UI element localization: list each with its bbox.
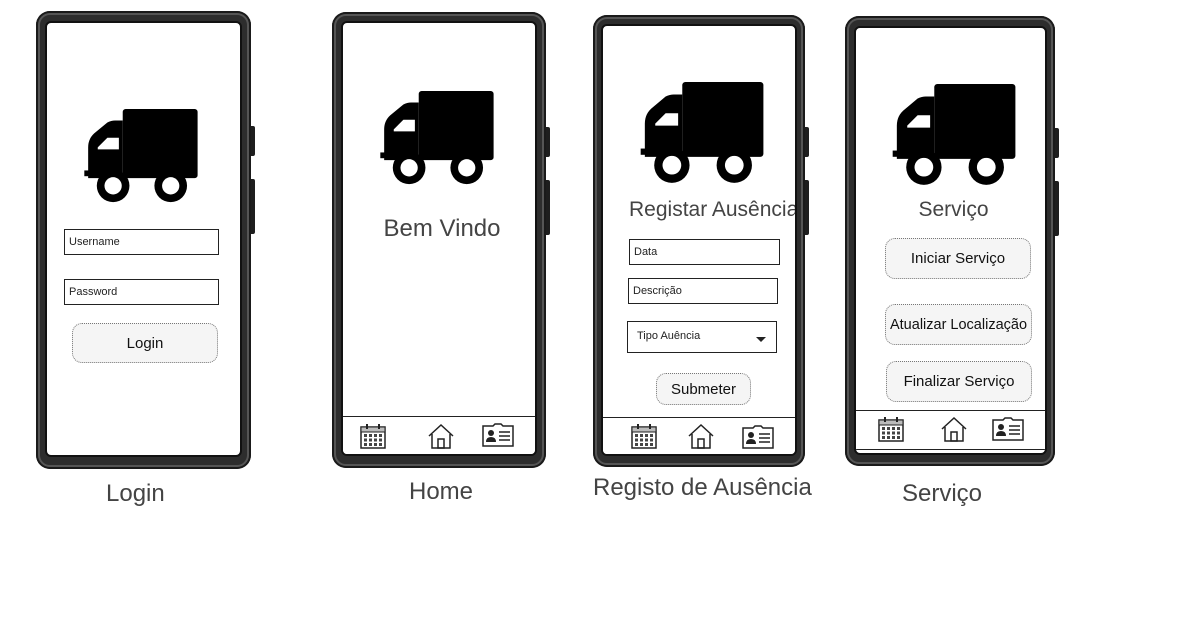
welcome-title: Bem Vindo [383, 215, 501, 242]
chevron-down-icon [756, 337, 766, 342]
home-icon[interactable] [687, 422, 715, 450]
absence-type-select[interactable]: Tipo Auência [627, 321, 777, 353]
start-service-button[interactable]: Iniciar Serviço [885, 238, 1031, 279]
bottom-nav [343, 416, 535, 454]
calendar-icon[interactable] [630, 422, 658, 450]
absence-type-value: Tipo Auência [637, 330, 701, 342]
caption-service: Serviço [902, 480, 983, 507]
date-input[interactable]: Data [629, 239, 780, 265]
screen-home: Bem Vindo [341, 21, 537, 456]
screen-login: Username Password Login [45, 21, 242, 457]
bottom-nav [603, 417, 795, 454]
caption-home: Home [409, 478, 474, 505]
truck-icon [888, 84, 1018, 188]
home-icon[interactable] [427, 422, 455, 450]
side-button [805, 180, 809, 235]
contact-card-icon[interactable] [741, 424, 775, 450]
submit-button[interactable]: Submeter [656, 373, 751, 405]
username-input[interactable]: Username [64, 229, 219, 255]
side-button [251, 179, 255, 234]
screen-absence: Registar Ausência Data Descrição Tipo Au… [601, 24, 797, 456]
screen-service: Serviço Iniciar Serviço Atualizar Locali… [854, 26, 1047, 455]
truck-icon [376, 91, 496, 187]
side-button [546, 127, 550, 157]
login-button[interactable]: Login [72, 323, 218, 363]
truck-icon [636, 82, 766, 186]
side-button [1055, 128, 1059, 158]
finish-service-button[interactable]: Finalizar Serviço [886, 361, 1032, 402]
side-button [805, 127, 809, 157]
absence-title: Registar Ausência [629, 198, 797, 221]
home-icon[interactable] [940, 415, 968, 443]
side-button [251, 126, 255, 156]
calendar-icon[interactable] [877, 415, 905, 443]
phone-home: Bem Vindo [332, 12, 550, 468]
contact-card-icon[interactable] [481, 422, 515, 448]
description-input[interactable]: Descrição [628, 278, 778, 304]
caption-absence: Registo de Ausência [593, 474, 812, 501]
password-input[interactable]: Password [64, 279, 219, 305]
phone-service: Serviço Iniciar Serviço Atualizar Locali… [845, 16, 1059, 466]
update-location-button[interactable]: Atualizar Localização [885, 304, 1032, 345]
contact-card-icon[interactable] [991, 416, 1025, 442]
phone-login: Username Password Login [36, 11, 255, 469]
bottom-nav [856, 410, 1045, 450]
caption-login: Login [106, 480, 165, 507]
phone-absence: Registar Ausência Data Descrição Tipo Au… [593, 15, 809, 467]
truck-icon [80, 109, 200, 205]
service-title: Serviço [918, 198, 989, 221]
calendar-icon[interactable] [359, 422, 387, 450]
side-button [1055, 181, 1059, 236]
side-button [546, 180, 550, 235]
